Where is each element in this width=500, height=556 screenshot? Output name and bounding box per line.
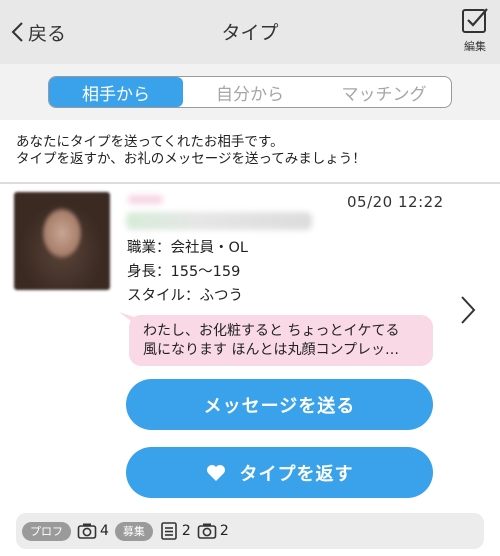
recruit-tag: 募集 (114, 521, 153, 541)
edit-button[interactable]: 編集 (455, 6, 495, 54)
message-line-2: 風になります ほんとは丸顔コンプレッ… (143, 341, 400, 358)
description-line-1: あなたにタイプを送ってくれたお相手です。 (16, 134, 284, 150)
message-bubble: わたし、お化粧すると ちょっとイケてる 風になります ほんとは丸顔コンプレッ… (129, 315, 433, 366)
chevron-right-icon[interactable] (458, 294, 478, 326)
recruit-board-icon (161, 522, 177, 540)
recruit-photo-count: 2 (219, 523, 229, 539)
edit-label: 編集 (464, 40, 486, 53)
page-title: タイプ (221, 22, 279, 44)
blurred-profile-line (126, 212, 312, 230)
description-line-2: タイプを返すか、お礼のメッセージを送ってみましょう！ (16, 151, 366, 167)
received-datetime: 05/20 12:22 (347, 193, 444, 211)
height-text: 身長：155〜159 (127, 264, 241, 280)
send-message-label: メッセージを送る (203, 395, 356, 417)
tab-matching[interactable]: マッチング (317, 77, 451, 107)
type-back-label: タイプを返す (239, 463, 354, 485)
camera-icon (197, 523, 217, 539)
profile-photo-count: 4 (100, 523, 109, 539)
message-line-1: わたし、お化粧すると ちょっとイケてる (143, 323, 400, 339)
heart-icon (206, 464, 225, 481)
type-back-button[interactable]: タイプを返す (126, 447, 433, 498)
tab-bar: 相手から 自分から マッチング (0, 64, 500, 120)
avatar[interactable] (14, 192, 110, 290)
tab-from-me[interactable]: 自分から (183, 77, 317, 107)
camera-icon (77, 523, 97, 539)
segmented-control: 相手から 自分から マッチング (48, 76, 452, 108)
style-text: スタイル：ふつう (127, 288, 243, 304)
blurred-name (128, 195, 163, 204)
checkbox-edit-icon (462, 8, 488, 33)
profile-stats-bar: プロフ 4 募集 2 2 (16, 513, 484, 549)
description: あなたにタイプを送ってくれたお相手です。 タイプを返すか、お礼のメッセージを送っ… (0, 120, 500, 184)
send-message-button[interactable]: メッセージを送る (126, 379, 433, 430)
recruit-post-count: 2 (181, 523, 191, 539)
app-header: 戻る タイプ 編集 (0, 0, 500, 64)
profile-tag: プロフ (22, 521, 71, 541)
tab-from-partner[interactable]: 相手から (49, 77, 183, 107)
occupation-text: 職業：会社員・OL (127, 240, 248, 256)
